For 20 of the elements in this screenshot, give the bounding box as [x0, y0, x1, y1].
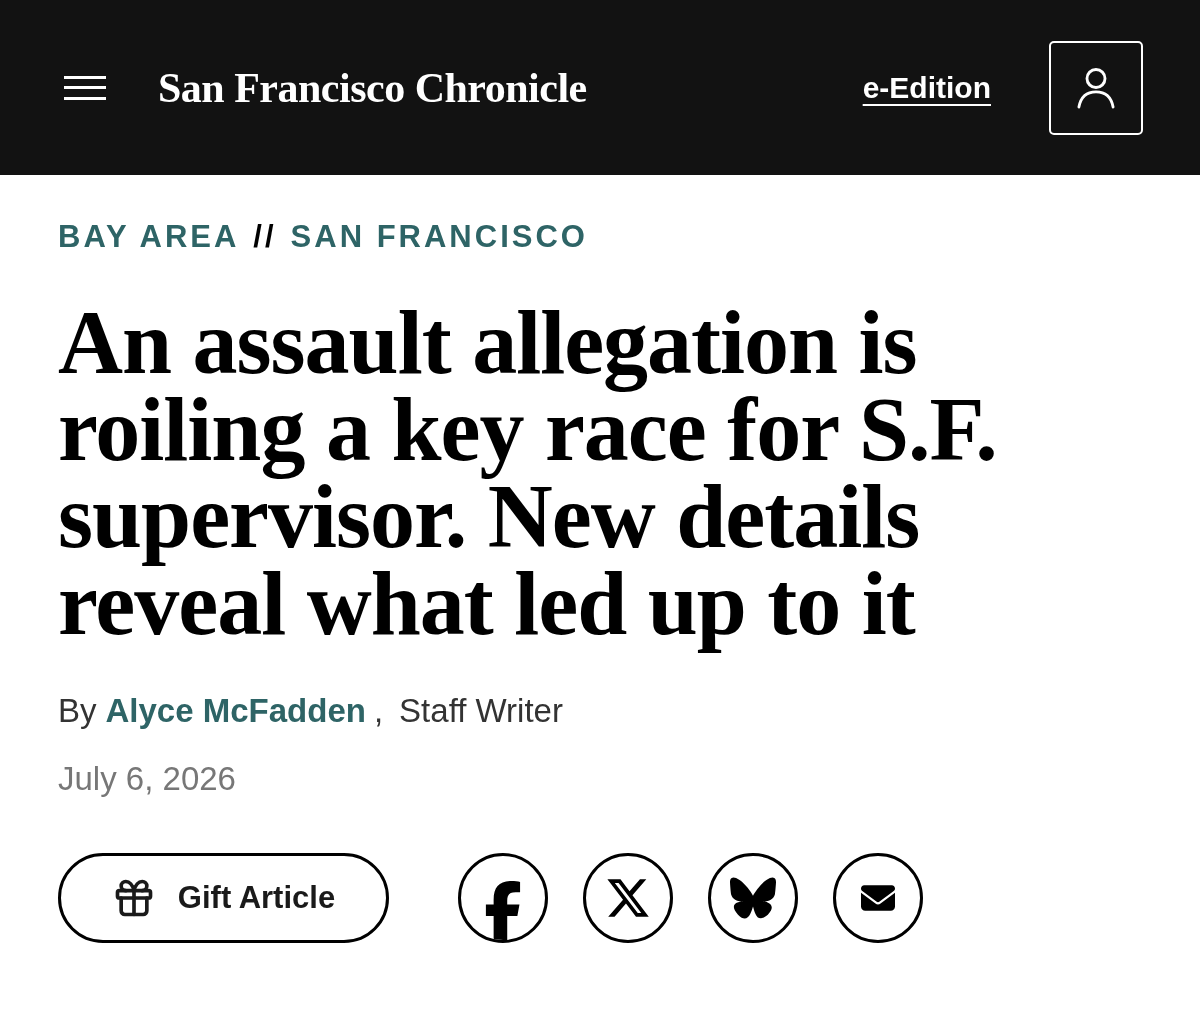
breadcrumb-separator: // [253, 219, 277, 255]
article-headline: An assault allegation is roiling a key race for S.F. supervisor. New details reveal what led up to it [58, 292, 998, 655]
site-logo[interactable]: San Francisco Chronicle [158, 66, 587, 109]
byline-prefix: By [58, 691, 97, 731]
publish-date: July 6, 2026 [58, 759, 236, 799]
butterfly-icon [730, 877, 776, 919]
account-button[interactable] [1049, 40, 1143, 135]
gift-article-button[interactable]: Gift Article [58, 853, 389, 943]
byline-separator: , [373, 691, 384, 731]
section-link[interactable]: BAY AREA [58, 219, 240, 255]
subsection-link[interactable]: SAN FRANCISCO [290, 219, 588, 255]
share-button[interactable] [583, 853, 673, 943]
share-button[interactable] [833, 853, 923, 943]
menu-icon[interactable] [64, 75, 106, 100]
author-link[interactable]: Alyce McFadden [105, 691, 366, 731]
share-button[interactable] [458, 853, 548, 943]
author-role: Staff Writer [399, 691, 563, 731]
e-edition-link[interactable]: e-Edition [862, 72, 991, 103]
user-icon [1077, 66, 1115, 109]
share-button[interactable] [708, 853, 798, 943]
